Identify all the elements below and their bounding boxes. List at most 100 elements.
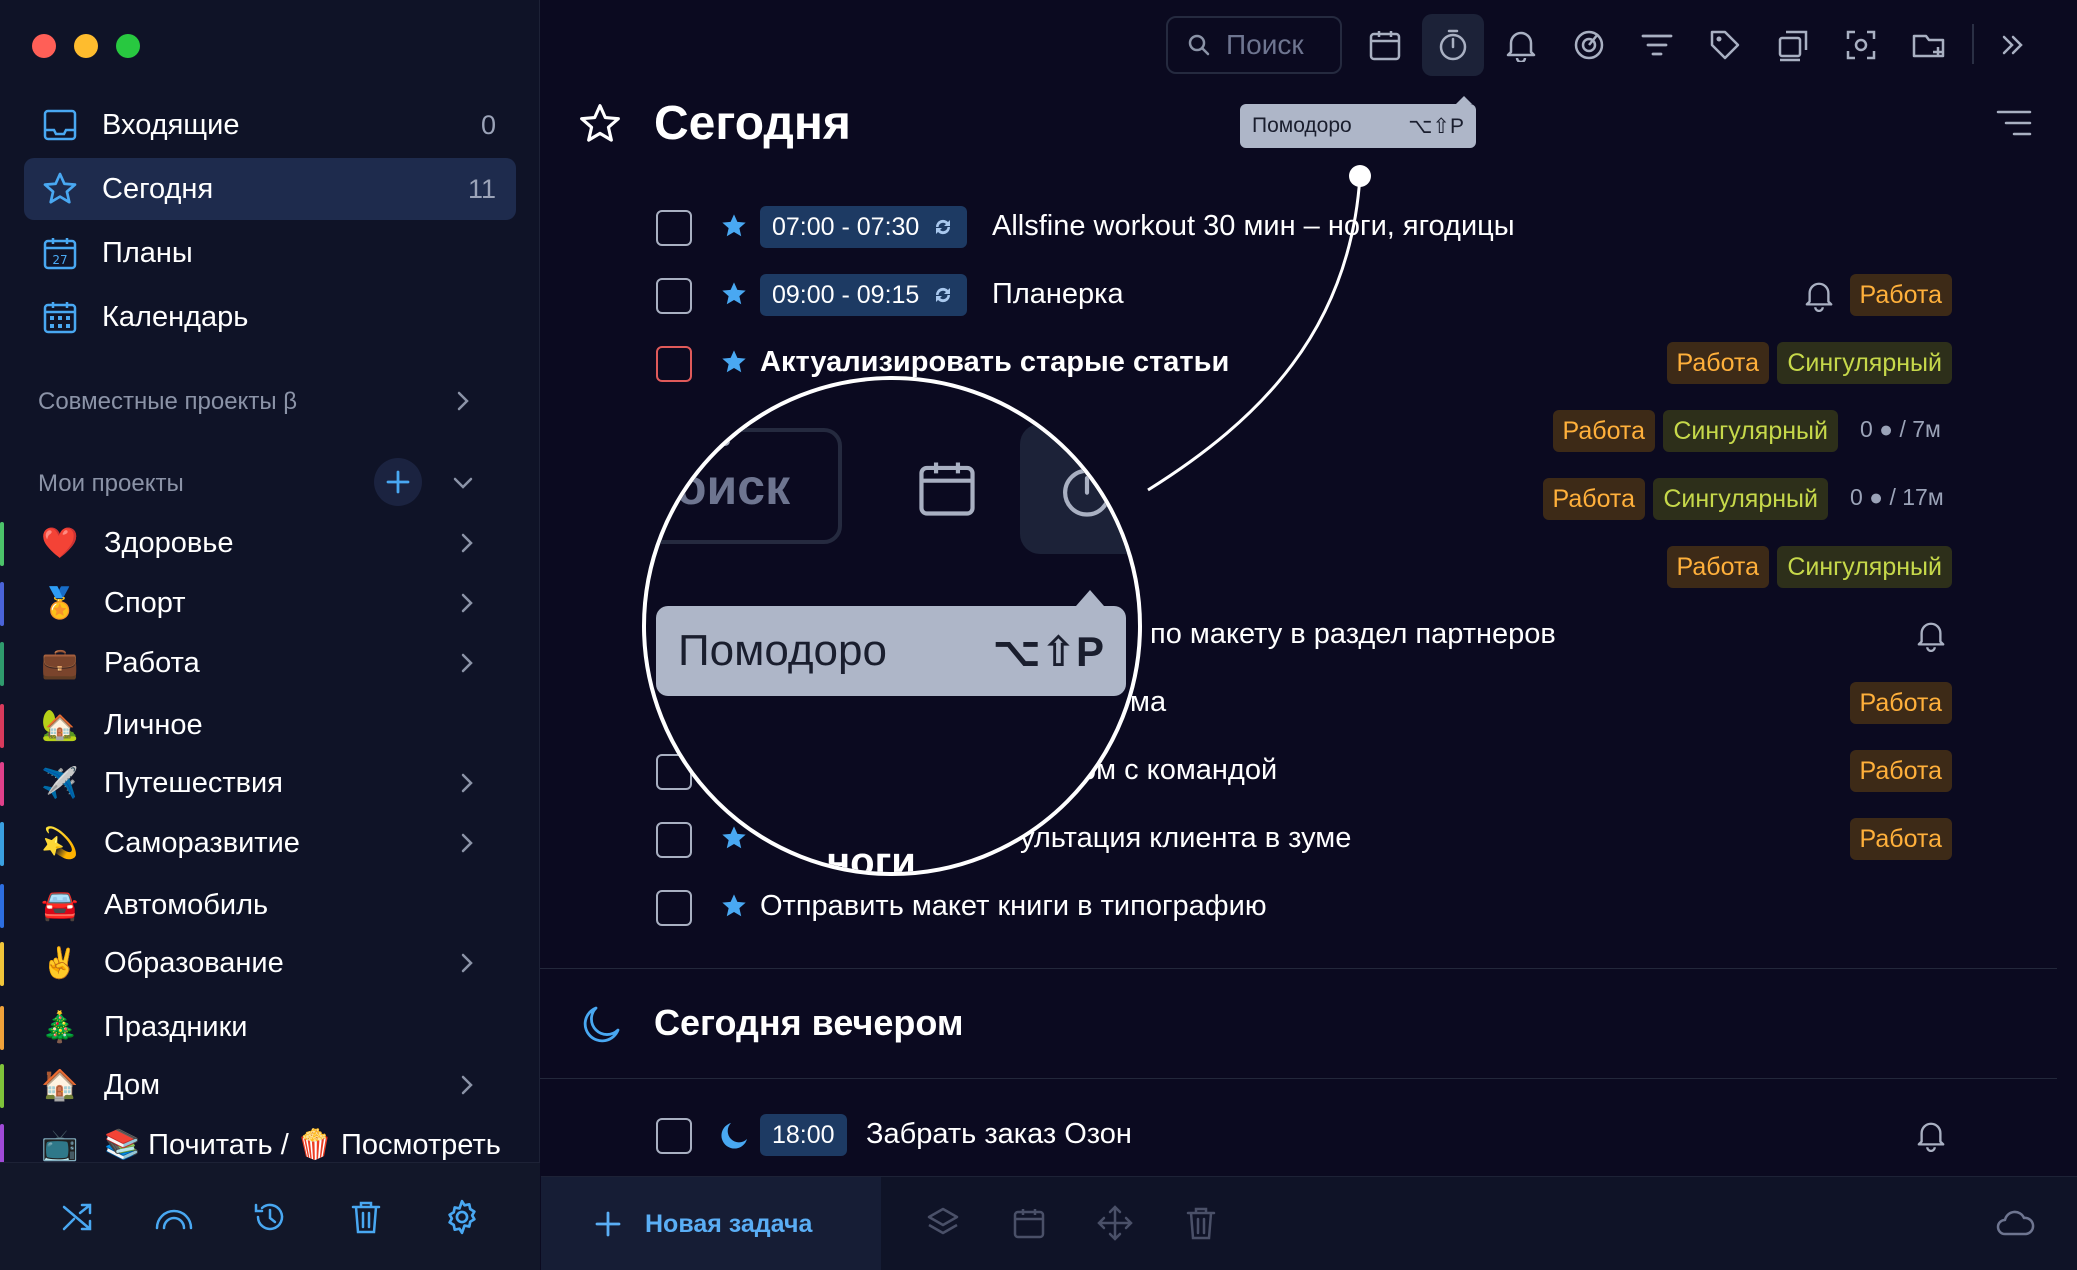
pomodoro-progress: 0 ● / 7м (1860, 416, 1941, 442)
double-chevron-right-icon (2002, 35, 2023, 55)
list-options-icon[interactable] (1994, 108, 2034, 138)
sidebar-project-item[interactable]: 🎄 Праздники (0, 1000, 540, 1054)
calendar-button[interactable] (1354, 14, 1416, 76)
rainbow-icon[interactable] (152, 1195, 196, 1239)
star-icon (722, 214, 746, 237)
layers-icon[interactable] (921, 1201, 965, 1245)
task-checkbox[interactable] (656, 210, 692, 246)
move-button[interactable] (1762, 14, 1824, 76)
project-label: Дом (104, 1068, 161, 1101)
pomodoro-tooltip: Помодоро ⌥⇧P (1240, 96, 1476, 148)
time-badge: 09:00 - 09:15 (760, 274, 968, 316)
trash-icon[interactable] (344, 1195, 388, 1239)
tag-work[interactable]: Работа (1849, 750, 1952, 792)
chevron-right-icon[interactable] (452, 1070, 482, 1100)
task-row[interactable]: Актуализировать старые статьи Работа Сингу… (0, 334, 2077, 398)
star-icon (722, 350, 746, 373)
calendar-icon (919, 462, 975, 516)
repeat-icon (936, 219, 951, 235)
close-window-button[interactable] (32, 34, 56, 58)
project-emoji-icon: ✌️ (41, 946, 79, 980)
new-task-button[interactable]: Новая задача (541, 1177, 881, 1270)
time-badge-text: 07:00 - 07:30 (772, 212, 920, 241)
tags-button[interactable] (1694, 14, 1756, 76)
project-label: Праздники (104, 1010, 248, 1043)
task-title: Планерка (992, 278, 1124, 310)
screenshot-button[interactable] (1830, 14, 1892, 76)
sidebar-project-item[interactable]: 🏠 Дом (0, 1058, 540, 1112)
task-checkbox[interactable] (656, 822, 692, 858)
task-title: ультация клиента в зуме (1020, 822, 1352, 854)
task-row[interactable]: Отправить макет книги в типографию (0, 878, 2077, 942)
collapse-toolbar-button[interactable] (1982, 14, 2044, 76)
gear-icon[interactable] (440, 1195, 484, 1239)
tag-icon (1710, 30, 1740, 60)
cloud-sync-icon[interactable] (1993, 1201, 2037, 1245)
task-row[interactable]: 18:00 Забрать заказ Озон (0, 1106, 2077, 1170)
task-title: рм с командой (1080, 754, 1278, 786)
zoom-window-button[interactable] (116, 34, 140, 58)
time-badge-text: 18:00 (772, 1120, 835, 1149)
task-checkbox[interactable] (656, 278, 692, 314)
star-outline-icon (580, 104, 620, 142)
magnified-pomodoro-tooltip: Помодоро ⌥⇧P (656, 590, 1126, 696)
project-color-bar (0, 1006, 4, 1050)
scan-icon (1846, 30, 1876, 60)
trash-icon[interactable] (1179, 1201, 1223, 1245)
sidebar-project-item[interactable]: ✌️ Образование (0, 936, 540, 990)
calendar-icon[interactable] (1007, 1201, 1051, 1245)
task-checkbox[interactable] (656, 346, 692, 382)
tag-work[interactable]: Работа (1666, 342, 1769, 384)
bell-icon (1506, 31, 1536, 62)
project-emoji-icon: 🎄 (41, 1010, 79, 1044)
calendar-icon (1369, 31, 1401, 61)
chevron-right-icon[interactable] (452, 948, 482, 978)
filter-icon (1641, 34, 1673, 56)
task-row[interactable]: 09:00 - 09:15 Планерка Работа (0, 266, 2077, 330)
repeat-icon (936, 287, 951, 303)
filter-button[interactable] (1626, 14, 1688, 76)
time-badge-text: 09:00 - 09:15 (772, 280, 920, 309)
tag-singular[interactable]: Сингулярный (1777, 546, 1952, 588)
shuffle-icon[interactable] (56, 1195, 100, 1239)
inbox-count: 0 (480, 109, 496, 140)
magnified-task-text: ноги (826, 840, 916, 876)
bell-icon[interactable] (1916, 1118, 1946, 1152)
move-arrows-icon[interactable] (1093, 1201, 1137, 1245)
tag-work[interactable]: Работа (1849, 818, 1952, 860)
tooltip-label: Помодоро (678, 626, 887, 675)
evening-section-title: Сегодня вечером (654, 1002, 964, 1043)
tag-singular[interactable]: Сингулярный (1653, 478, 1828, 520)
tag-work[interactable]: Работа (1849, 682, 1952, 724)
sidebar-item-inbox[interactable]: Входящие 0 (24, 94, 516, 156)
moon-icon (721, 1123, 747, 1149)
tag-singular[interactable]: Сингулярный (1663, 410, 1838, 452)
history-icon[interactable] (248, 1195, 292, 1239)
task-row[interactable]: 07:00 - 07:30 Allsfine workout 30 мин – н… (0, 198, 2077, 262)
pomodoro-button[interactable] (1422, 14, 1484, 76)
new-task-label: Новая задача (645, 1209, 813, 1238)
moon-icon (583, 1006, 620, 1043)
bell-icon[interactable] (1916, 618, 1946, 652)
tag-work[interactable]: Работа (1849, 274, 1952, 316)
minimize-window-button[interactable] (74, 34, 98, 58)
magnified-search-box: оиск (646, 428, 842, 544)
search-placeholder: Поиск (1226, 29, 1304, 60)
magnified-search-text: оиск (676, 459, 791, 515)
task-checkbox[interactable] (656, 890, 692, 926)
search-box[interactable]: Поиск (1166, 16, 1342, 74)
task-title: ма (1130, 686, 1167, 718)
tag-singular[interactable]: Сингулярный (1777, 342, 1952, 384)
tag-work[interactable]: Работа (1542, 478, 1645, 520)
search-icon (1188, 34, 1210, 56)
focus-button[interactable] (1558, 14, 1620, 76)
bell-icon[interactable] (1804, 278, 1834, 312)
project-color-bar (0, 1064, 4, 1108)
time-badge: 07:00 - 07:30 (760, 206, 968, 248)
tag-work[interactable]: Работа (1666, 546, 1769, 588)
reminders-button[interactable] (1490, 14, 1552, 76)
new-project-button[interactable] (1898, 14, 1960, 76)
sidebar-footer (0, 1162, 540, 1270)
task-checkbox[interactable] (656, 1118, 692, 1154)
tag-work[interactable]: Работа (1552, 410, 1655, 452)
